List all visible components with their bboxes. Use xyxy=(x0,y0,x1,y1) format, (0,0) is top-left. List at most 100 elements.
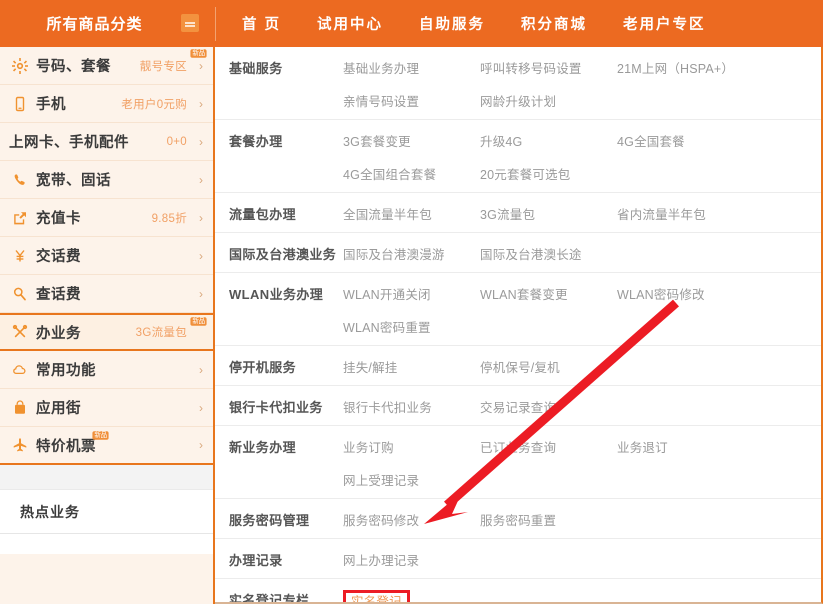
sidebar-item-do-business[interactable]: 办业务 3G流量包 新品 xyxy=(0,313,213,351)
service-category-panel: 基础服务 基础业务办理 呼叫转移号码设置 21M上网（HSPA+） 亲情号码设置… xyxy=(215,47,823,604)
all-categories-button[interactable]: 所有商品分类 xyxy=(0,0,215,47)
service-link[interactable]: 省内流量半年包 xyxy=(617,204,777,223)
menu-icon[interactable] xyxy=(181,14,199,32)
service-link[interactable]: 国际及台港澳漫游 xyxy=(343,244,480,263)
service-link[interactable]: 国际及台港澳长途 xyxy=(480,244,617,263)
nav-item-trial-center[interactable]: 试用中心 xyxy=(317,13,383,34)
service-link[interactable]: 3G套餐变更 xyxy=(343,131,480,150)
service-link[interactable]: 4G全国组合套餐 xyxy=(343,164,480,183)
sidebar-item-numbers-plans[interactable]: 号码、套餐 靓号专区 › 新品 xyxy=(0,47,213,85)
table-row: 国际及台港澳业务 国际及台港澳漫游 国际及台港澳长途 xyxy=(215,233,821,273)
search-icon xyxy=(9,283,31,305)
category-label: 办理记录 xyxy=(229,553,283,568)
service-link[interactable]: 21M上网（HSPA+） xyxy=(617,58,777,77)
sidebar-item-label: 特价机票 xyxy=(36,438,96,455)
service-link[interactable]: 3G流量包 xyxy=(480,204,617,223)
nav-item-existing-users[interactable]: 老用户专区 xyxy=(623,13,706,34)
sidebar-item-note: 靓号专区 xyxy=(139,60,187,73)
table-row: 办理记录 网上办理记录 xyxy=(215,539,821,579)
sidebar-item-note: 9.85折 xyxy=(151,212,187,225)
category-label: 新业务办理 xyxy=(229,440,297,455)
sidebar-footer-space xyxy=(0,534,213,554)
table-row: 新业务办理 业务订购 已订业务查询 业务退订 网上受理记录 xyxy=(215,426,821,499)
service-link[interactable]: 挂失/解挂 xyxy=(343,357,480,376)
yen-icon xyxy=(9,245,31,267)
service-link[interactable]: 业务订购 xyxy=(343,437,480,456)
sidebar-item-phones[interactable]: 手机 老用户0元购 › xyxy=(0,85,213,123)
service-link[interactable]: 亲情号码设置 xyxy=(343,91,480,110)
chevron-right-icon: › xyxy=(199,172,203,187)
sidebar-item-recharge-card[interactable]: 充值卡 9.85折 › xyxy=(0,199,213,237)
sidebar-item-datacards-accessories[interactable]: 上网卡、手机配件 0+0 › xyxy=(0,123,213,161)
table-row: 银行卡代扣业务 银行卡代扣业务 交易记录查询 xyxy=(215,386,821,426)
service-link[interactable]: 网上受理记录 xyxy=(343,470,480,489)
category-label: 国际及台港澳业务 xyxy=(229,247,337,262)
chevron-right-icon: › xyxy=(199,438,203,452)
service-link[interactable]: 4G全国套餐 xyxy=(617,131,777,150)
nav-item-points-mall[interactable]: 积分商城 xyxy=(521,13,587,34)
service-link[interactable]: WLAN套餐变更 xyxy=(480,284,617,303)
service-link[interactable]: 网上办理记录 xyxy=(343,550,480,569)
sidebar-item-label: 交话费 xyxy=(36,249,81,265)
service-link[interactable]: 20元套餐可选包 xyxy=(480,164,617,183)
table-row: 服务密码管理 服务密码修改 服务密码重置 xyxy=(215,499,821,539)
service-link[interactable]: 业务退订 xyxy=(617,437,777,456)
page-root: 所有商品分类 首 页 试用中心 自助服务 积分商城 老用户专区 号码、套餐 靓号… xyxy=(0,0,823,604)
menu-icon-bars xyxy=(185,22,195,24)
service-link[interactable]: 服务密码修改 xyxy=(343,510,480,529)
sidebar-spacer xyxy=(0,465,213,490)
service-link[interactable]: 已订业务查询 xyxy=(480,437,617,456)
sidebar-item-note: 0+0 xyxy=(166,135,187,148)
category-links: 网上办理记录 xyxy=(343,550,821,569)
service-link[interactable]: 基础业务办理 xyxy=(343,58,480,77)
new-badge: 新品 xyxy=(92,431,109,440)
sidebar-item-label: 号码、套餐 xyxy=(36,59,111,75)
category-links: 银行卡代扣业务 交易记录查询 xyxy=(343,397,821,416)
sidebar-item-label: 常用功能 xyxy=(36,363,96,379)
category-label: 银行卡代扣业务 xyxy=(229,400,323,415)
chevron-right-icon: › xyxy=(199,58,203,73)
card-icon xyxy=(9,207,31,229)
category-label: 流量包办理 xyxy=(229,207,297,222)
service-link[interactable]: WLAN密码修改 xyxy=(617,284,777,303)
chevron-right-icon: › xyxy=(199,210,203,225)
sidebar-item-label: 宽带、固话 xyxy=(36,173,111,189)
sidebar-item-check-bill[interactable]: 查话费 › xyxy=(0,275,213,313)
service-link[interactable]: 服务密码重置 xyxy=(480,510,617,529)
category-links: 国际及台港澳漫游 国际及台港澳长途 xyxy=(343,244,821,263)
real-name-registration-link[interactable]: 实名登记 xyxy=(351,595,402,602)
category-label: 停开机服务 xyxy=(229,360,297,375)
new-badge: 新品 xyxy=(190,49,207,58)
service-link[interactable]: WLAN开通关闭 xyxy=(343,284,480,303)
cloud-icon xyxy=(9,359,31,381)
sidebar-item-pay-bill[interactable]: 交话费 › xyxy=(0,237,213,275)
phone-icon xyxy=(9,93,31,115)
service-link[interactable]: WLAN密码重置 xyxy=(343,317,480,336)
table-row: 基础服务 基础业务办理 呼叫转移号码设置 21M上网（HSPA+） 亲情号码设置… xyxy=(215,47,821,120)
service-link[interactable]: 银行卡代扣业务 xyxy=(343,397,480,416)
service-link[interactable]: 全国流量半年包 xyxy=(343,204,480,223)
nav-item-self-service[interactable]: 自助服务 xyxy=(419,13,485,34)
service-link[interactable]: 升级4G xyxy=(480,131,617,150)
sidebar-item-common-functions[interactable]: 常用功能 › xyxy=(0,351,213,389)
service-link[interactable]: 交易记录查询 xyxy=(480,397,617,416)
chevron-right-icon: › xyxy=(199,96,203,111)
sidebar-item-app-street[interactable]: 应用街 › xyxy=(0,389,213,427)
table-row: WLAN业务办理 WLAN开通关闭 WLAN套餐变更 WLAN密码修改 WLAN… xyxy=(215,273,821,346)
category-links: 挂失/解挂 停机保号/复机 xyxy=(343,357,821,376)
sidebar-item-label: 应用街 xyxy=(36,401,81,417)
table-row: 流量包办理 全国流量半年包 3G流量包 省内流量半年包 xyxy=(215,193,821,233)
service-link[interactable]: 停机保号/复机 xyxy=(480,357,617,376)
category-links: 全国流量半年包 3G流量包 省内流量半年包 xyxy=(343,204,821,223)
category-links: 业务订购 已订业务查询 业务退订 网上受理记录 xyxy=(343,437,821,489)
service-link[interactable]: 网龄升级计划 xyxy=(480,91,617,110)
sidebar-item-broadband-landline[interactable]: 宽带、固话 › xyxy=(0,161,213,199)
sidebar-item-note: 3G流量包 xyxy=(135,327,187,339)
nav-item-home[interactable]: 首 页 xyxy=(242,13,281,34)
category-label: WLAN业务办理 xyxy=(229,287,324,302)
sidebar-item-cheap-flights[interactable]: 特价机票 › 新品 xyxy=(0,427,213,465)
service-link[interactable]: 呼叫转移号码设置 xyxy=(480,58,617,77)
chevron-right-icon: › xyxy=(199,248,203,263)
sidebar-item-label: 手机 xyxy=(36,97,66,113)
sidebar-list: 号码、套餐 靓号专区 › 新品 手机 老用户0元购 › 上网卡、手机配件 0+0… xyxy=(0,47,213,554)
